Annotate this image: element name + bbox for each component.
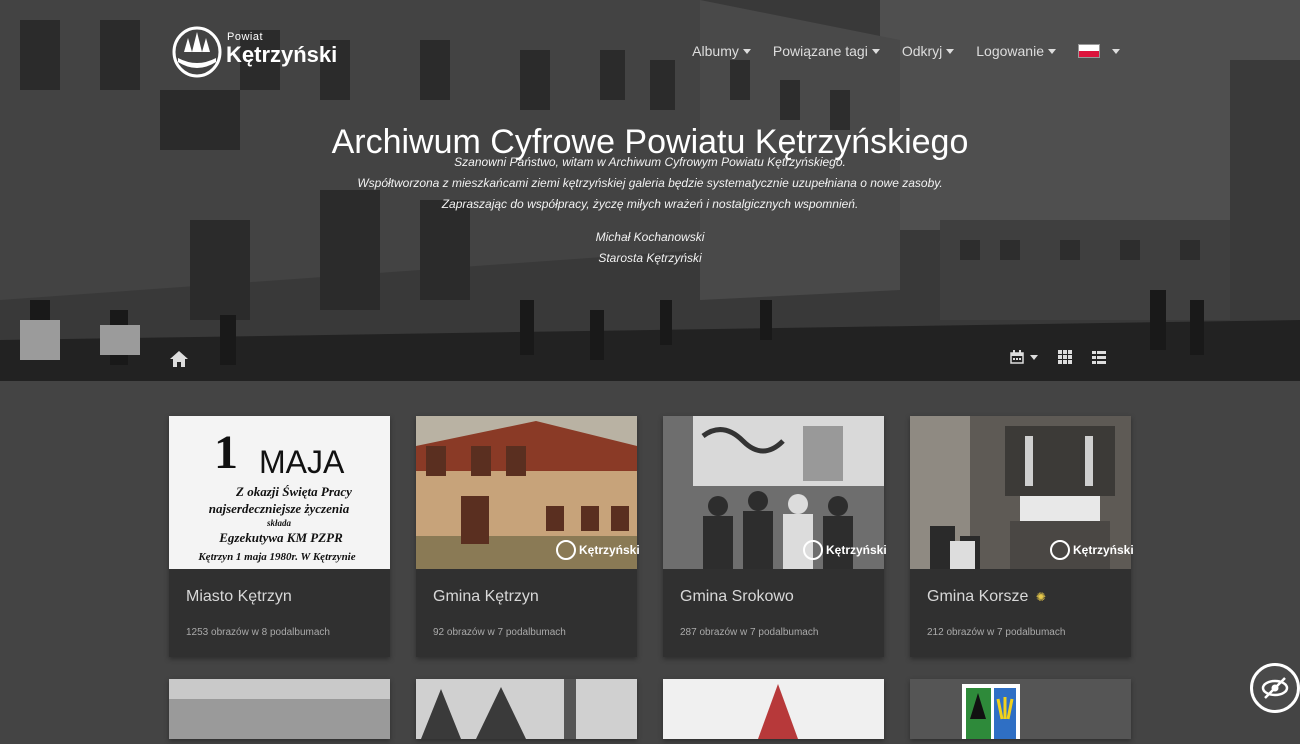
watermark: Kętrzyński (803, 540, 887, 560)
album-card[interactable] (169, 679, 390, 739)
welcome-text: Szanowni Państwo, witam w Archiwum Cyfro… (0, 152, 1300, 215)
view-toolbar (1010, 350, 1106, 364)
hero-banner: Powiat Kętrzyński Albumy Powiązane tagi … (0, 0, 1300, 381)
watermark-logo-icon (556, 540, 576, 560)
logo-line-2: Kętrzyński (226, 42, 338, 67)
album-title-text: Gmina Korsze (927, 588, 1029, 605)
watermark-text: Kętrzyński (579, 543, 640, 557)
home-icon[interactable] (169, 350, 189, 368)
thumb-maja-text: MAJA (259, 444, 345, 480)
chevron-down-icon (742, 48, 751, 54)
nav-powiazane-tagi[interactable]: Powiązane tagi (773, 43, 880, 59)
signature: Michał Kochanowski Starosta Kętrzyński (0, 227, 1300, 269)
album-card-gmina-korsze[interactable]: Kętrzyński Gmina Korsze ✺ 212 obrazów w … (910, 416, 1134, 657)
chevron-down-icon (871, 48, 880, 54)
watermark-text: Kętrzyński (1073, 543, 1134, 557)
album-card-gmina-ketrzyn[interactable]: Kętrzyński Gmina Kętrzyn 92 obrazów w 7 … (416, 416, 640, 657)
thumb-big-number: 1 (214, 426, 238, 479)
chevron-down-icon (1030, 354, 1038, 360)
album-card[interactable] (663, 679, 884, 739)
polish-flag-icon (1078, 44, 1100, 58)
logo-emblem-icon (172, 26, 222, 78)
album-title: Gmina Korsze ✺ (927, 588, 1046, 606)
album-card[interactable] (910, 679, 1131, 739)
album-subtitle: 212 obrazów w 7 podalbumach (927, 627, 1066, 638)
album-thumbnail-image (910, 679, 1131, 739)
signature-role: Starosta Kętrzyński (598, 251, 702, 265)
watermark-logo-icon (1050, 540, 1070, 560)
album-thumbnail-image: 1 MAJA Z okazji Święta Pracy najserdeczn… (169, 416, 390, 569)
chevron-down-icon (1048, 48, 1056, 54)
album-subtitle: 287 obrazów w 7 podalbumach (680, 627, 819, 638)
chevron-down-icon (946, 48, 955, 54)
welcome-line-3: Zapraszając do współpracy, życzę miłych … (441, 197, 859, 211)
list-icon (1092, 351, 1106, 364)
accessibility-button[interactable] (1250, 663, 1300, 713)
album-title: Gmina Srokowo (680, 588, 794, 605)
nav-albumy[interactable]: Albumy (692, 43, 751, 59)
nav-odkryj[interactable]: Odkryj (901, 43, 955, 59)
grid-icon (1058, 350, 1072, 364)
thumb-line-2: najserdeczniejsze życzenia (209, 501, 350, 516)
album-subtitle: 92 obrazów w 7 podalbumach (433, 627, 566, 638)
watermark-logo-icon (803, 540, 823, 560)
watermark-text: Kętrzyński (826, 543, 887, 557)
nav-logowanie-label: Logowanie (976, 43, 1044, 59)
signature-name: Michał Kochanowski (595, 230, 705, 244)
album-card-gmina-srokowo[interactable]: Kętrzyński Gmina Srokowo 287 obrazów w 7… (663, 416, 887, 657)
album-card-miasto-ketrzyn[interactable]: 1 MAJA Z okazji Święta Pracy najserdeczn… (169, 416, 390, 657)
language-selector[interactable] (1078, 43, 1120, 59)
nav-albumy-label: Albumy (692, 43, 739, 59)
album-thumbnail-image (416, 679, 637, 739)
eye-slash-icon (1261, 677, 1289, 699)
album-subtitle: 1253 obrazów w 8 podalbumach (186, 627, 330, 638)
calendar-button[interactable] (1010, 350, 1038, 364)
album-title: Gmina Kętrzyn (433, 588, 539, 605)
album-card[interactable] (416, 679, 637, 739)
welcome-line-1: Szanowni Państwo, witam w Archiwum Cyfro… (454, 155, 846, 169)
nav-odkryj-label: Odkryj (901, 43, 943, 59)
chevron-down-icon (1112, 48, 1120, 54)
site-logo[interactable]: Powiat Kętrzyński (172, 24, 342, 80)
welcome-line-2: Współtworzona z mieszkańcami ziemi kętrz… (357, 176, 943, 190)
thumb-line-5: Kętrzyn 1 maja 1980r. W Kętrzynie (197, 551, 355, 563)
album-thumbnail-image (169, 679, 390, 739)
thumb-line-3: składa (266, 518, 292, 528)
watermark: Kętrzyński (1050, 540, 1134, 560)
nav-logowanie[interactable]: Logowanie (976, 43, 1056, 59)
thumb-line-4: Egzekutywa KM PZPR (218, 530, 343, 545)
new-icon: ✺ (1035, 590, 1046, 604)
calendar-icon (1010, 350, 1024, 364)
nav-powiazane-tagi-label: Powiązane tagi (772, 43, 868, 59)
album-thumbnail: 1 MAJA Z okazji Święta Pracy najserdeczn… (169, 416, 390, 569)
list-view-button[interactable] (1092, 350, 1106, 364)
watermark: Kętrzyński (556, 540, 640, 560)
grid-view-button[interactable] (1058, 350, 1072, 364)
album-thumbnail-image (663, 679, 884, 739)
top-nav: Albumy Powiązane tagi Odkryj Logowanie (692, 43, 1120, 59)
album-title: Miasto Kętrzyn (186, 588, 292, 605)
thumb-line-1: Z okazji Święta Pracy (235, 484, 352, 499)
